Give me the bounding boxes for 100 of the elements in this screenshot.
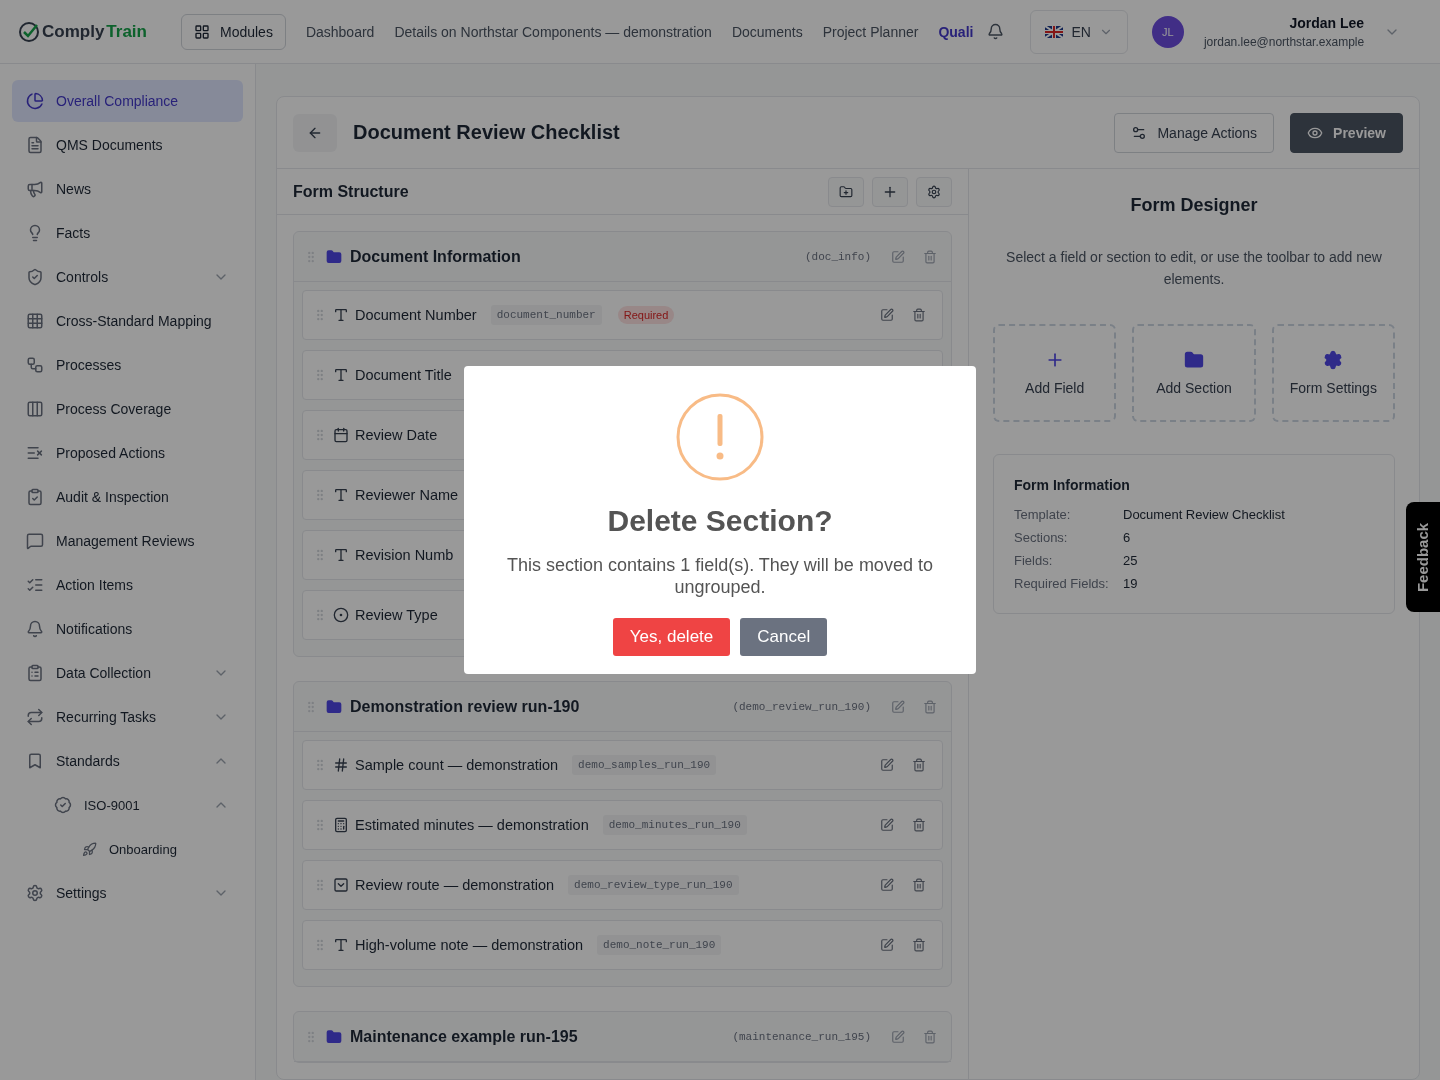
nav-link[interactable]: Documents <box>731 23 803 40</box>
rocket-icon <box>82 841 97 857</box>
text-type-icon <box>333 547 349 563</box>
sidebar-item[interactable]: Data Collection <box>12 652 243 694</box>
sidebar-item[interactable]: Cross-Standard Mapping <box>12 300 243 342</box>
sidebar-item[interactable]: Processes <box>12 344 243 386</box>
nav-link[interactable]: Dashboard <box>305 23 375 40</box>
field-label: Estimated minutes — demonstration <box>355 817 589 833</box>
text-type-icon <box>333 937 349 953</box>
pie-icon <box>26 92 44 110</box>
field-label: Document Title <box>355 367 452 383</box>
edit-icon[interactable] <box>891 249 905 264</box>
sidebar-item[interactable]: Controls <box>12 256 243 298</box>
edit-icon[interactable] <box>880 758 894 772</box>
settings-icon <box>927 184 941 199</box>
sidebar-item[interactable]: QMS Documents <box>12 124 243 166</box>
field-label: Review Type <box>355 607 438 623</box>
field-key: demo_minutes_run_190 <box>602 815 747 835</box>
sidebar-item[interactable]: Proposed Actions <box>12 432 243 474</box>
field-label: High-volume note — demonstration <box>355 937 584 953</box>
required-badge: Required <box>617 306 675 324</box>
edit-icon[interactable] <box>880 818 894 832</box>
sidebar-item[interactable]: Action Items <box>12 564 243 606</box>
user-email: jordan.lee@northstar.example <box>1203 34 1365 49</box>
sidebar-item[interactable]: Process Coverage <box>12 388 243 430</box>
info-label: Template: <box>1014 507 1072 522</box>
section-title: Maintenance example run-195 <box>350 1027 579 1046</box>
feedback-tab[interactable]: Feedback <box>1406 502 1440 612</box>
user-name: Jordan Lee <box>1289 14 1365 31</box>
field-label: Sample count — demonstration <box>355 757 559 773</box>
bell-icon[interactable] <box>987 23 1005 40</box>
user-avatar[interactable]: JL <box>1151 15 1184 48</box>
settings-button[interactable] <box>916 176 952 207</box>
confirm-delete-button[interactable]: Yes, delete <box>612 618 731 656</box>
section-title: Document Information <box>350 247 522 266</box>
sidebar-item[interactable]: Facts <box>12 212 243 254</box>
section-key: (maintenance_run_195) <box>732 1030 871 1043</box>
sidebar-item[interactable]: Overall Compliance <box>12 80 243 122</box>
edit-icon[interactable] <box>891 699 905 714</box>
sidebar-item[interactable]: Settings <box>12 872 243 914</box>
section-key: (demo_review_run_190) <box>732 700 871 713</box>
bookmark-icon <box>26 752 44 770</box>
field-label: Review route — demonstration <box>355 877 555 893</box>
app-logo[interactable]: ComplyTrain <box>18 20 147 43</box>
add-field-button[interactable] <box>872 176 908 207</box>
section-title: Demonstration review run-190 <box>350 697 581 716</box>
radio-icon <box>333 607 349 623</box>
dialog-message: This section contains 1 field(s). They will be moved to ungrouped. <box>506 554 934 598</box>
sidebar-item[interactable]: Notifications <box>12 608 243 650</box>
designer-tool-button[interactable]: Form Settings <box>1271 324 1395 422</box>
field-label: Review Date <box>355 427 438 443</box>
sidebar-item[interactable]: Audit & Inspection <box>12 476 243 518</box>
warning-icon <box>675 392 765 482</box>
back-button[interactable] <box>293 113 337 152</box>
trash-icon[interactable] <box>923 699 937 714</box>
sidebar-item[interactable]: Recurring Tasks <box>12 696 243 738</box>
designer-hint: Select a field or section to edit, or use the toolbar to add new elements. <box>1005 248 1383 289</box>
info-label: Required Fields: <box>1014 576 1110 591</box>
edit-icon[interactable] <box>880 308 894 322</box>
clipboard-icon <box>26 664 44 682</box>
folder-plus-icon <box>839 184 853 199</box>
edit-icon[interactable] <box>880 938 894 952</box>
sidebar-item[interactable]: Management Reviews <box>12 520 243 562</box>
field-row[interactable]: Review route — demonstration demo_review_type_run_190 <box>302 860 943 910</box>
trash-icon[interactable] <box>912 878 926 892</box>
nav-link[interactable]: Project Planner <box>822 23 919 40</box>
field-row[interactable]: Estimated minutes — demonstration demo_minutes_run_190 <box>302 800 943 850</box>
trash-icon[interactable] <box>923 249 937 264</box>
trash-icon[interactable] <box>912 758 926 772</box>
sidebar-item[interactable]: Standards <box>12 740 243 782</box>
designer-tool-button[interactable]: Add Section <box>1132 324 1256 422</box>
field-row[interactable]: Sample count — demonstration demo_samples_run_190 <box>302 740 943 790</box>
grid-icon <box>193 23 210 40</box>
language-select[interactable]: EN <box>1030 9 1128 54</box>
nav-link[interactable]: Details on Northstar Components — demonstration <box>394 23 712 40</box>
modules-button[interactable]: Modules <box>180 13 286 50</box>
field-row[interactable]: Document Number document_number Required <box>302 290 943 340</box>
designer-tool-button[interactable]: Add Field <box>993 324 1117 422</box>
field-row[interactable]: High-volume note — demonstration demo_note_run_190 <box>302 920 943 970</box>
columns-icon <box>26 400 44 418</box>
add-section-button[interactable] <box>828 176 864 207</box>
edit-icon[interactable] <box>891 1029 905 1044</box>
trash-icon[interactable] <box>912 818 926 832</box>
sidebar-item[interactable]: News <box>12 168 243 210</box>
manage-actions-button[interactable]: Manage Actions <box>1114 112 1275 153</box>
flag-icon <box>1045 25 1064 38</box>
preview-button[interactable]: Preview <box>1290 112 1403 153</box>
trash-icon[interactable] <box>912 308 926 322</box>
sidebar-item[interactable]: ISO-9001 <box>12 784 243 826</box>
cancel-button[interactable]: Cancel <box>740 618 828 656</box>
field-label: Revision Numb <box>355 547 454 563</box>
sidebar-item[interactable]: Onboarding <box>12 828 243 870</box>
trash-icon[interactable] <box>923 1029 937 1044</box>
megaphone-icon <box>26 180 44 198</box>
info-value: Document Review Checklist <box>1123 507 1286 522</box>
edit-icon[interactable] <box>880 878 894 892</box>
nav-link[interactable]: Quali <box>938 23 974 40</box>
trash-icon[interactable] <box>912 938 926 952</box>
folder-icon <box>326 248 342 265</box>
dialog-title: Delete Section? <box>607 504 833 538</box>
